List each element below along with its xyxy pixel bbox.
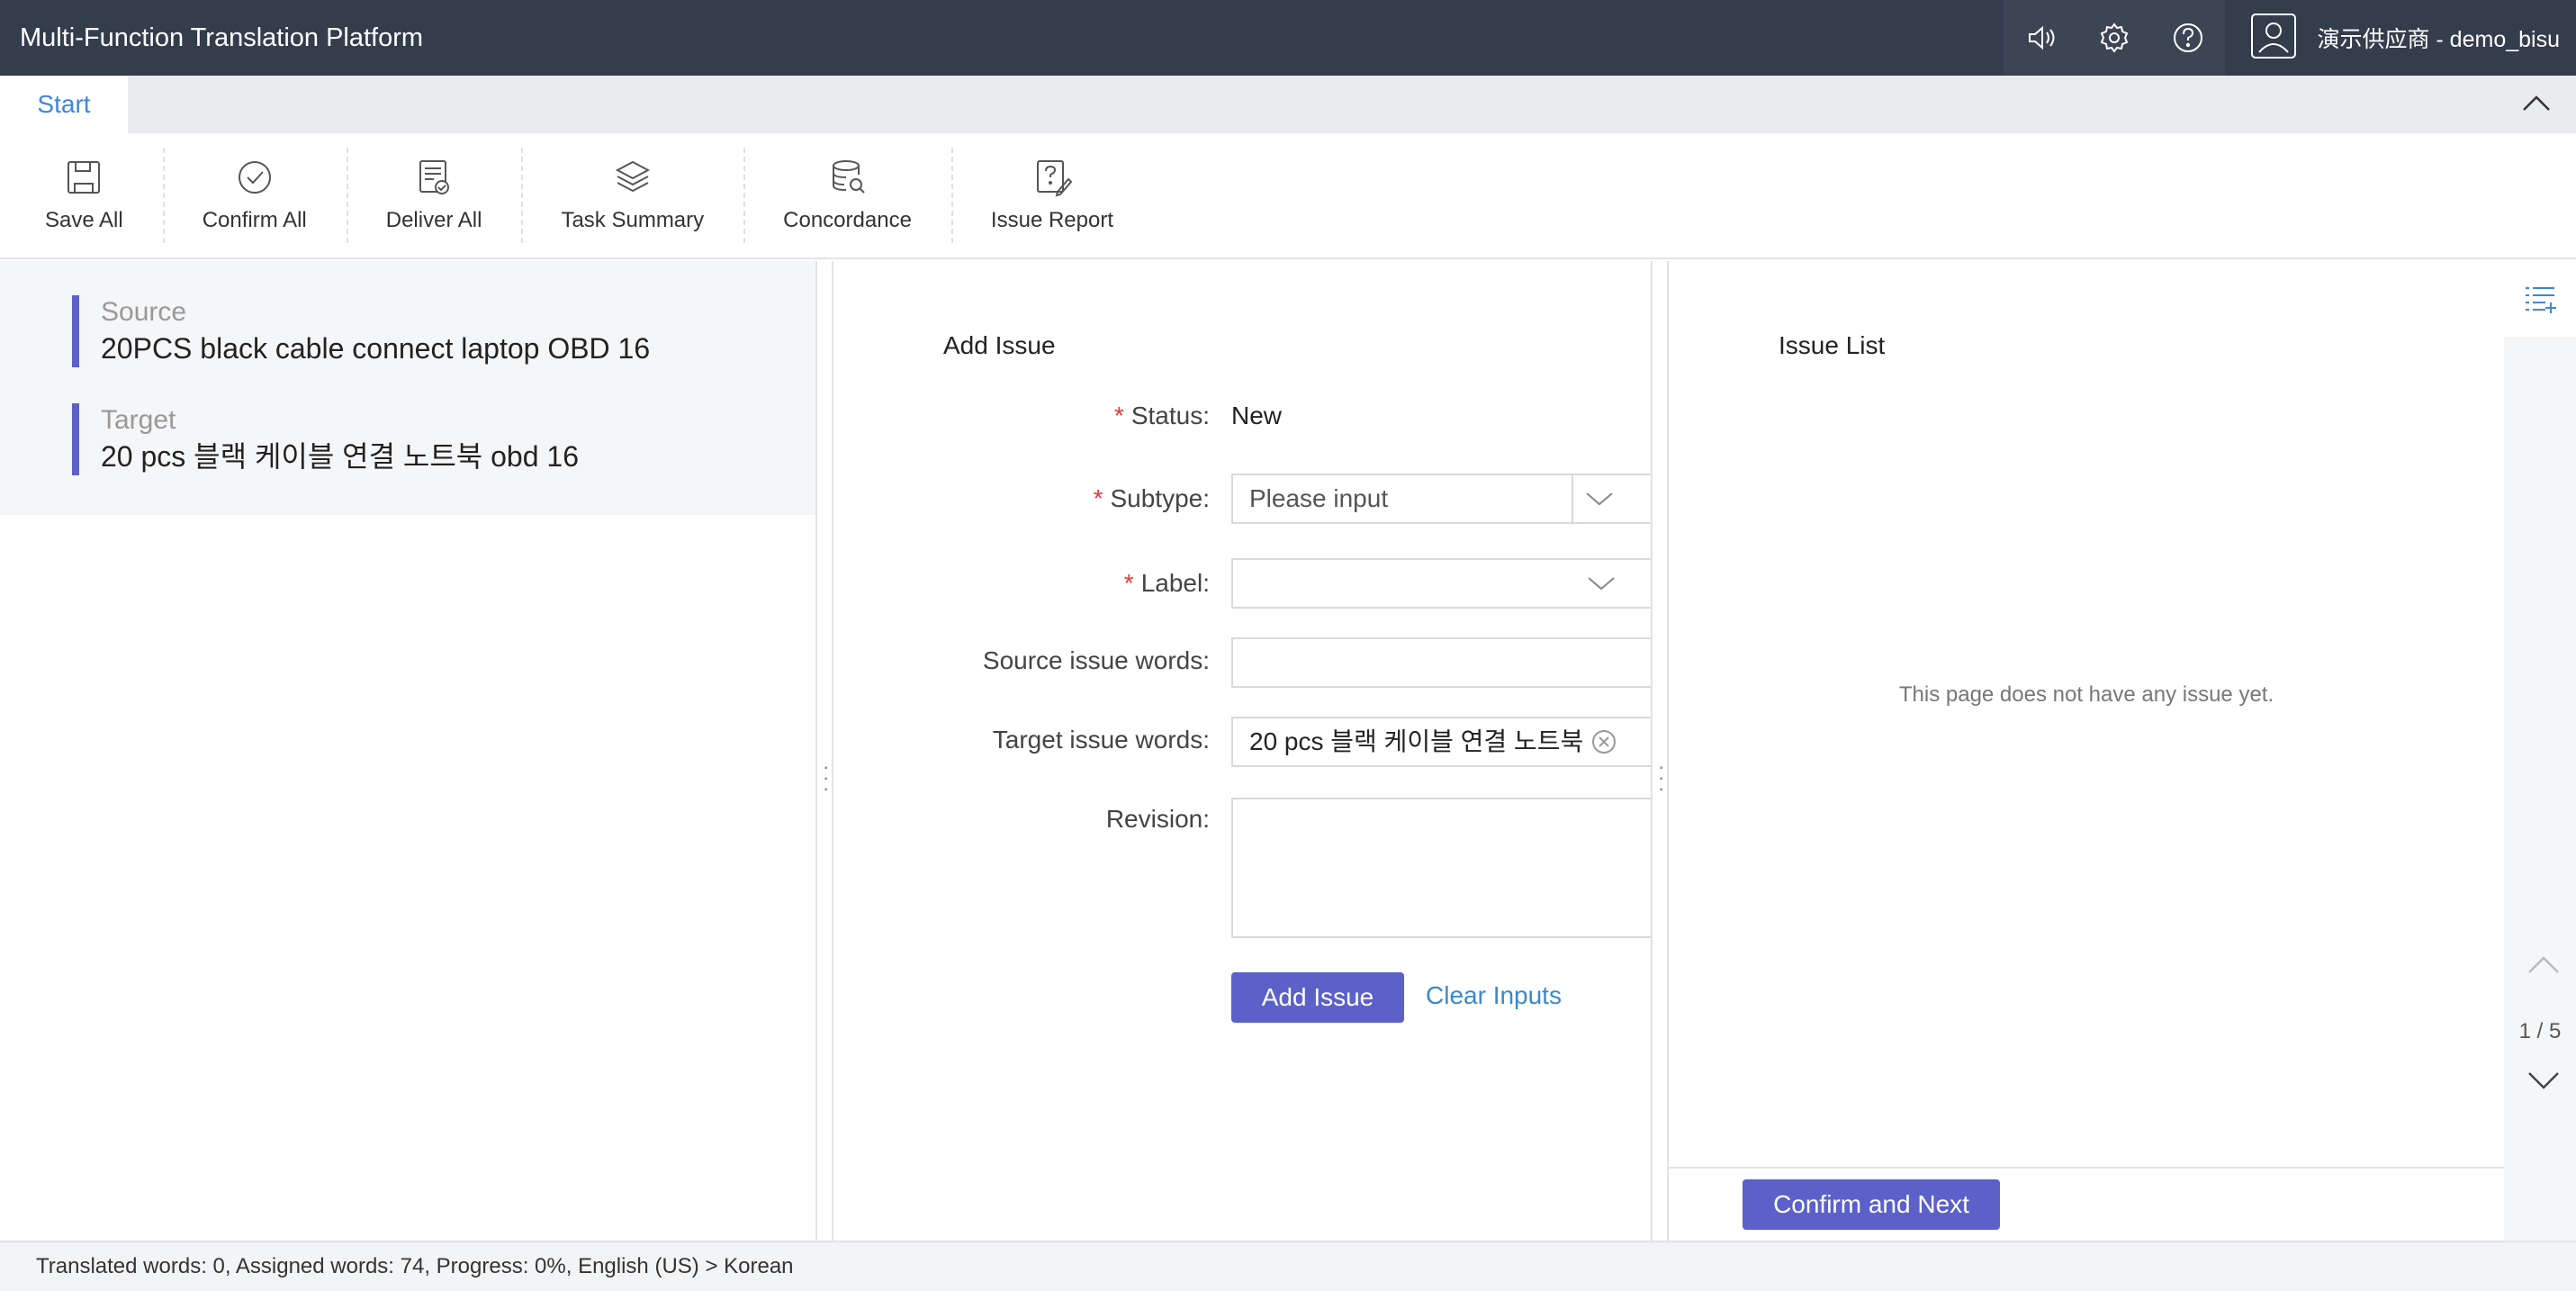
- required-marker: *: [1113, 402, 1124, 429]
- subtype-label-text: Subtype:: [1110, 484, 1210, 512]
- drag-handle-icon: · · ·: [1658, 755, 1665, 799]
- issue-list-panel: Issue List This page does not have any i…: [1669, 261, 2504, 1241]
- issue-list-title: Issue List: [1779, 331, 1886, 359]
- label-select[interactable]: [1231, 558, 1651, 609]
- toolbar: Save All Confirm All Deliver All Task Su…: [0, 133, 2576, 259]
- target-issue-words-input[interactable]: 20 pcs 블랙 케이블 연결 노트북 o: [1231, 717, 1651, 767]
- target-words-label: Target issue words:: [992, 726, 1210, 754]
- chevron-down-icon[interactable]: [1572, 475, 1626, 522]
- list-add-icon[interactable]: [2504, 261, 2576, 337]
- target-issue-words-value: 20 pcs 블랙 케이블 연결 노트북 o: [1249, 727, 1586, 755]
- document-check-icon: [419, 160, 450, 194]
- header-actions: 演示供应商 - demo_bisu: [2004, 0, 2576, 76]
- concordance-label: Concordance: [783, 208, 912, 232]
- save-all-button[interactable]: Save All: [5, 133, 163, 257]
- user-menu[interactable]: 演示供应商 - demo_bisu: [2225, 0, 2576, 76]
- avatar-icon: [2250, 13, 2297, 64]
- subtype-label: * Subtype:: [1094, 484, 1210, 513]
- deliver-all-button[interactable]: Deliver All: [346, 133, 522, 257]
- required-marker: *: [1093, 484, 1103, 512]
- target-text: 20 pcs 블랙 케이블 연결 노트북 obd 16: [101, 440, 580, 473]
- confirm-and-next-button[interactable]: Confirm and Next: [1743, 1179, 2000, 1230]
- layers-icon: [615, 160, 650, 193]
- header-icon-group: [2004, 0, 2226, 76]
- confirm-all-button[interactable]: Confirm All: [162, 133, 347, 257]
- segment-box[interactable]: Source 20PCS black cable connect laptop …: [0, 261, 815, 515]
- add-issue-title: Add Issue: [943, 331, 1056, 359]
- segment-panel: Source 20PCS black cable connect laptop …: [0, 261, 815, 1241]
- drag-handle-icon: · · ·: [823, 755, 830, 799]
- check-circle-icon: [238, 161, 271, 194]
- target-block: Target 20 pcs 블랙 케이블 연결 노트북 obd 16: [72, 403, 579, 475]
- subtype-select[interactable]: Please input: [1231, 474, 1651, 524]
- app-title: Multi-Function Translation Platform: [20, 23, 424, 52]
- task-summary-button[interactable]: Task Summary: [521, 133, 743, 257]
- status-bar-text: Translated words: 0, Assigned words: 74,…: [36, 1254, 794, 1278]
- chevron-up-icon[interactable]: [2520, 88, 2553, 121]
- subtype-placeholder: Please input: [1249, 484, 1389, 512]
- source-title: Source: [101, 297, 187, 327]
- label-label-text: Label:: [1140, 569, 1210, 597]
- issue-report-label: Issue Report: [990, 208, 1113, 232]
- right-rail: 1 / 5: [2504, 261, 2576, 1241]
- status-label-text: Status:: [1130, 402, 1210, 429]
- save-icon: [68, 161, 101, 194]
- report-edit-icon: [1036, 160, 1072, 197]
- clear-icon[interactable]: [1591, 729, 1617, 754]
- chevron-down-icon[interactable]: [1579, 560, 1624, 607]
- help-icon[interactable]: [2151, 0, 2225, 76]
- status-label: * Status:: [1114, 402, 1210, 430]
- source-text: 20PCS black cable connect laptop OBD 16: [101, 332, 651, 365]
- source-block: Source 20PCS black cable connect laptop …: [72, 295, 650, 367]
- database-search-icon: [832, 160, 865, 194]
- clear-inputs-link[interactable]: Clear Inputs: [1426, 981, 1562, 1010]
- task-summary-label: Task Summary: [561, 208, 705, 232]
- source-words-label: Source issue words:: [982, 646, 1210, 674]
- splitter-right[interactable]: · · ·: [1651, 261, 1669, 1241]
- concordance-button[interactable]: Concordance: [743, 133, 951, 257]
- user-name: 演示供应商 - demo_bisu: [2317, 27, 2560, 52]
- top-bar: Multi-Function Translation Platform 演示供应…: [0, 0, 2576, 76]
- confirm-all-label: Confirm All: [202, 208, 307, 232]
- issue-report-button[interactable]: Issue Report: [950, 133, 1153, 257]
- save-all-label: Save All: [45, 208, 123, 232]
- speaker-icon[interactable]: [2004, 0, 2077, 76]
- splitter-left[interactable]: · · ·: [815, 261, 833, 1241]
- target-title: Target: [101, 405, 176, 435]
- deliver-all-label: Deliver All: [385, 208, 482, 232]
- tab-start[interactable]: Start: [0, 76, 128, 133]
- empty-issue-message: This page does not have any issue yet.: [1898, 682, 2274, 707]
- gear-icon[interactable]: [2077, 0, 2151, 76]
- revision-label: Revision:: [1105, 805, 1210, 833]
- tab-strip: Start: [0, 76, 2576, 133]
- chevron-up-icon[interactable]: [2527, 954, 2560, 980]
- add-issue-panel: Add Issue * Status: New * Subtype: Please …: [833, 261, 1651, 1241]
- revision-textarea[interactable]: [1231, 798, 1651, 938]
- status-value: New: [1231, 402, 1283, 429]
- required-marker: *: [1123, 569, 1134, 597]
- pager-indicator: 1 / 5: [2518, 1019, 2562, 1043]
- add-issue-button[interactable]: Add Issue: [1231, 972, 1404, 1023]
- label-label: * Label:: [1124, 569, 1210, 598]
- chevron-down-icon[interactable]: [2527, 1070, 2560, 1096]
- status-bar: Translated words: 0, Assigned words: 74,…: [0, 1241, 2576, 1291]
- source-issue-words-input[interactable]: [1231, 637, 1651, 688]
- issue-list-footer: Confirm and Next: [1669, 1167, 2504, 1241]
